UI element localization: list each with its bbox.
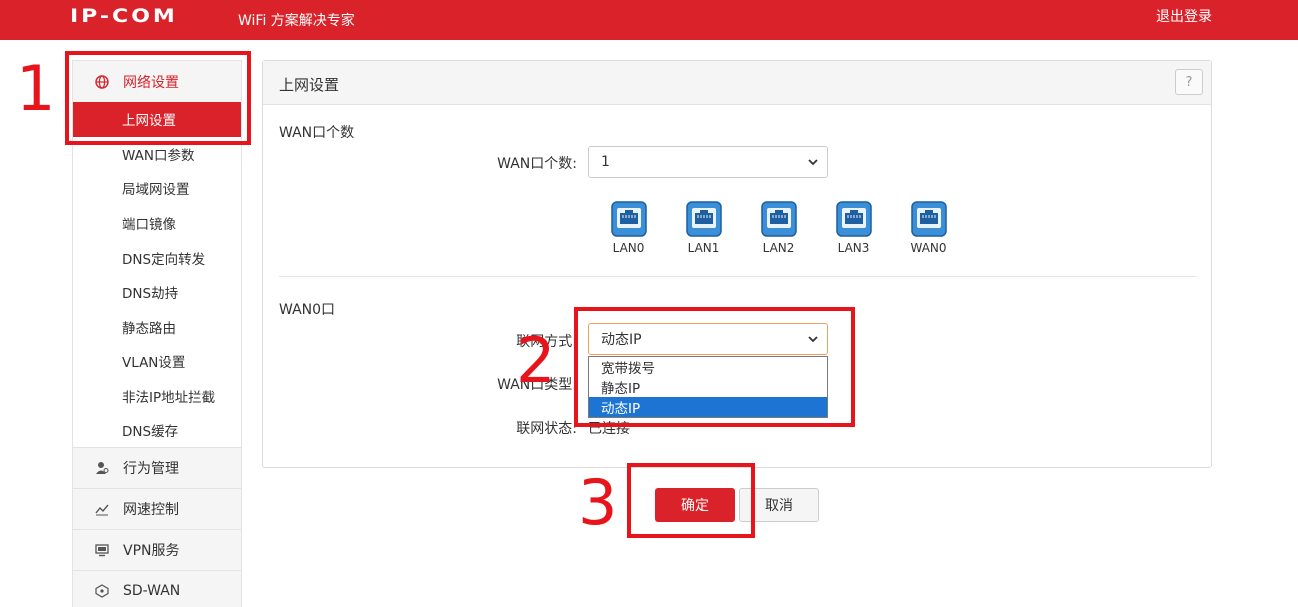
section-divider [279, 276, 1197, 277]
chevron-down-icon [807, 156, 819, 172]
chevron-down-icon [807, 333, 819, 349]
dropdown-option-static-ip[interactable]: 静态IP [589, 377, 827, 397]
ethernet-port-icon [910, 201, 947, 237]
wan0-section-title: WAN0口 [279, 302, 336, 318]
sidebar-item-static-route[interactable]: 静态路由 [73, 310, 241, 345]
port-wan0: WAN0 [891, 201, 966, 255]
conn-status-label: 联网状态: [516, 421, 577, 437]
sidebar: 网络设置 上网设置 WAN口参数 局域网设置 端口镜像 DNS定向转发 DNS劫… [72, 60, 242, 607]
dropdown-option-dynamic-ip[interactable]: 动态IP [589, 397, 827, 417]
wan-count-select[interactable]: 1 [588, 146, 828, 178]
dropdown-option-pppoe[interactable]: 宽带拨号 [589, 357, 827, 377]
port-lan0: LAN0 [591, 201, 666, 255]
wan-count-section-title: WAN口个数 [279, 125, 355, 141]
port-lan2: LAN2 [741, 201, 816, 255]
top-bar: IP-COM WiFi 方案解决专家 退出登录 [0, 0, 1298, 40]
brand-slogan: WiFi 方案解决专家 [238, 13, 355, 29]
wan-count-label: WAN口个数: [497, 156, 577, 172]
port-label: LAN2 [762, 241, 795, 255]
sidebar-group-behavior[interactable]: 行为管理 [73, 447, 241, 489]
port-label: LAN3 [837, 241, 870, 255]
annotation-number-3: 3 [578, 466, 618, 539]
sidebar-item-dns-hijack[interactable]: DNS劫持 [73, 275, 241, 310]
sidebar-item-illegal-ip[interactable]: 非法IP地址拦截 [73, 379, 241, 414]
sidebar-group-vpn[interactable]: VPN服务 [73, 529, 241, 571]
annotation-number-2: 2 [516, 324, 556, 397]
sidebar-item-dns-cache[interactable]: DNS缓存 [73, 413, 241, 448]
vpn-monitor-icon [95, 543, 109, 557]
conn-status-value: 已连接 [588, 421, 630, 437]
sidebar-group-network[interactable]: 网络设置 [73, 61, 241, 102]
cancel-button[interactable]: 取消 [739, 488, 819, 522]
sidebar-group-label: 网速控制 [123, 501, 179, 518]
conn-mode-dropdown: 宽带拨号 静态IP 动态IP [588, 356, 828, 418]
port-label: LAN0 [612, 241, 645, 255]
sidebar-group-sdwan[interactable]: SD-WAN [73, 570, 241, 607]
logout-link[interactable]: 退出登录 [1156, 6, 1212, 26]
ethernet-port-icon [610, 201, 647, 237]
panel-title: 上网设置 [279, 76, 340, 94]
port-lan1: LAN1 [666, 201, 741, 255]
ethernet-port-icon [760, 201, 797, 237]
sidebar-group-label: SD-WAN [123, 582, 181, 599]
sidebar-item-dns-forward[interactable]: DNS定向转发 [73, 240, 241, 275]
user-manage-icon [95, 461, 109, 475]
sdwan-icon [95, 584, 109, 598]
globe-icon [95, 74, 109, 89]
conn-mode-select[interactable]: 动态IP [588, 323, 828, 355]
conn-mode-value: 动态IP [601, 332, 642, 348]
sidebar-item-vlan[interactable]: VLAN设置 [73, 344, 241, 379]
wan-count-value: 1 [601, 154, 610, 170]
sidebar-group-label: VPN服务 [123, 542, 180, 559]
sidebar-item-port-mirror[interactable]: 端口镜像 [73, 206, 241, 241]
sidebar-item-lan-settings[interactable]: 局域网设置 [73, 171, 241, 206]
panel-header: 上网设置 ? [263, 61, 1211, 105]
brand-logo: IP-COM [70, 5, 178, 28]
sidebar-group-speed[interactable]: 网速控制 [73, 488, 241, 530]
confirm-button[interactable]: 确定 [655, 488, 735, 522]
sidebar-item-internet-settings[interactable]: 上网设置 [73, 102, 241, 137]
sidebar-group-label: 行为管理 [123, 460, 179, 477]
ethernet-port-icon [835, 201, 872, 237]
help-button[interactable]: ? [1175, 69, 1203, 95]
sidebar-item-wan-params[interactable]: WAN口参数 [73, 137, 241, 172]
speed-chart-icon [95, 502, 109, 516]
sidebar-group-label: 网络设置 [123, 74, 179, 91]
port-lan3: LAN3 [816, 201, 891, 255]
port-list: LAN0 LAN1 LAN2 LAN3 WAN0 [591, 201, 966, 255]
port-label: WAN0 [910, 241, 947, 255]
ethernet-port-icon [685, 201, 722, 237]
annotation-number-1: 1 [16, 52, 56, 125]
port-label: LAN1 [687, 241, 720, 255]
